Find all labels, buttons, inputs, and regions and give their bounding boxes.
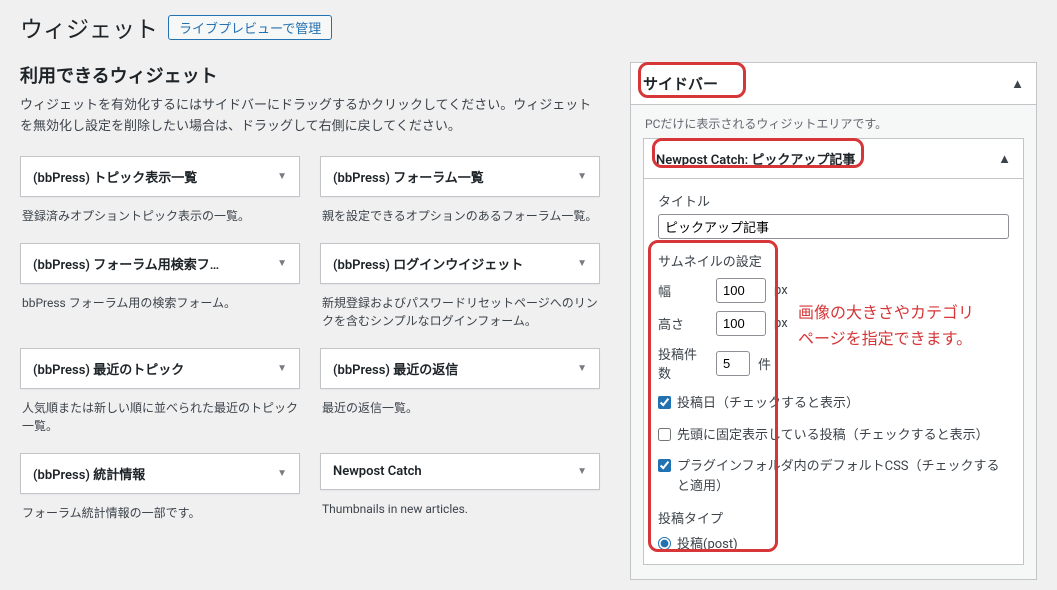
available-widget-title: (bbPress) フォーラム一覧	[333, 167, 484, 186]
count-label: 投稿件数	[658, 344, 708, 382]
show-sticky-label: 先頭に固定表示している投稿（チェックすると表示）	[677, 426, 989, 446]
caret-down-icon: ▼	[277, 171, 287, 182]
available-widgets-title: 利用できるウィジェット	[20, 62, 600, 88]
caret-down-icon: ▼	[577, 171, 587, 182]
widget-title-input[interactable]	[658, 214, 1009, 239]
caret-up-icon: ▲	[998, 151, 1011, 167]
available-widget-desc: bbPress フォーラム用の検索フォーム。	[20, 284, 300, 312]
width-label: 幅	[658, 281, 708, 300]
available-widget-desc: Thumbnails in new articles.	[320, 490, 600, 518]
count-unit: 件	[758, 354, 771, 373]
available-widget-desc: 親を設定できるオプションのあるフォーラム一覧。	[320, 197, 600, 225]
height-label: 高さ	[658, 314, 708, 333]
widget-title-label: タイトル	[658, 191, 1009, 210]
available-widget-title: (bbPress) トピック表示一覧	[33, 167, 197, 186]
default-css-checkbox[interactable]	[658, 459, 671, 472]
available-widget-title: (bbPress) 最近の返信	[333, 359, 458, 378]
caret-down-icon: ▼	[277, 363, 287, 374]
sidebar-area-name: サイドバー	[643, 73, 718, 94]
annotation-text: 画像の大きさやカテゴリ ページを指定できます。	[798, 300, 974, 351]
caret-down-icon: ▼	[277, 258, 287, 269]
width-input[interactable]	[716, 278, 766, 303]
default-css-label: プラグインフォルダ内のデフォルトCSS（チェックすると適用）	[677, 457, 1009, 496]
sidebar-area-header[interactable]: サイドバー ▲	[631, 63, 1036, 105]
height-input[interactable]	[716, 311, 766, 336]
available-widget-header[interactable]: (bbPress) ログインウイジェット ▼	[320, 243, 600, 284]
widget-instance-header[interactable]: Newpost Catch: ピックアップ記事 ▲	[644, 139, 1023, 179]
available-widget-header[interactable]: Newpost Catch ▼	[320, 453, 600, 490]
caret-down-icon: ▼	[577, 258, 587, 269]
available-widget-title: (bbPress) 最近のトピック	[33, 359, 184, 378]
available-widget-desc: フォーラム統計情報の一部です。	[20, 494, 300, 522]
live-preview-button[interactable]: ライブプレビューで管理	[168, 15, 332, 40]
sidebar-area-desc: PCだけに表示されるウィジットエリアです。	[631, 115, 1036, 138]
available-widget-header[interactable]: (bbPress) 統計情報 ▼	[20, 453, 300, 494]
show-date-label: 投稿日（チェックすると表示）	[677, 394, 859, 414]
widget-instance-name: Newpost Catch: ピックアップ記事	[656, 149, 855, 168]
caret-down-icon: ▼	[577, 363, 587, 374]
thumbnail-settings-label: サムネイルの設定	[658, 251, 1009, 270]
show-sticky-checkbox[interactable]	[658, 428, 671, 441]
caret-down-icon: ▼	[577, 466, 587, 477]
available-widget-desc: 最近の返信一覧。	[320, 389, 600, 417]
caret-down-icon: ▼	[277, 468, 287, 479]
count-input[interactable]	[716, 351, 750, 376]
post-type-option-label: 投稿(post)	[677, 533, 738, 552]
width-unit: px	[774, 283, 788, 298]
available-widgets-desc: ウィジェットを有効化するにはサイドバーにドラッグするかクリックしてください。ウィ…	[20, 96, 600, 138]
post-type-label: 投稿タイプ	[658, 508, 1009, 527]
available-widget-header[interactable]: (bbPress) 最近の返信 ▼	[320, 348, 600, 389]
available-widget-desc: 新規登録およびパスワードリセットページへのリンクを含むシンプルなログインフォーム…	[320, 284, 600, 330]
available-widget-title: (bbPress) 統計情報	[33, 464, 145, 483]
available-widget-title: Newpost Catch	[333, 464, 422, 479]
caret-up-icon: ▲	[1011, 76, 1024, 92]
page-title: ウィジェット	[20, 10, 158, 44]
post-type-radio[interactable]	[658, 537, 671, 550]
available-widget-title: (bbPress) フォーラム用検索フ…	[33, 254, 219, 273]
available-widget-header[interactable]: (bbPress) 最近のトピック ▼	[20, 348, 300, 389]
available-widget-header[interactable]: (bbPress) フォーラム用検索フ… ▼	[20, 243, 300, 284]
height-unit: px	[774, 316, 788, 331]
available-widget-title: (bbPress) ログインウイジェット	[333, 254, 523, 273]
show-date-checkbox[interactable]	[658, 396, 671, 409]
available-widget-desc: 登録済みオプショントピック表示の一覧。	[20, 197, 300, 225]
available-widget-desc: 人気順または新しい順に並べられた最近のトピック一覧。	[20, 389, 300, 435]
available-widget-header[interactable]: (bbPress) トピック表示一覧 ▼	[20, 156, 300, 197]
available-widget-header[interactable]: (bbPress) フォーラム一覧 ▼	[320, 156, 600, 197]
